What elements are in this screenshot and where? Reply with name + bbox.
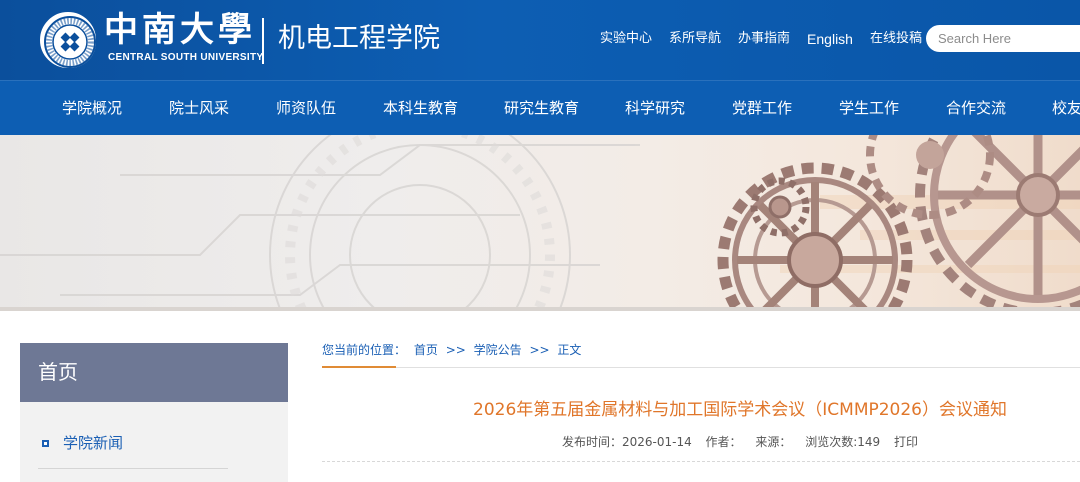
nav-item-academicians[interactable]: 院士风采 — [169, 81, 229, 135]
top-link-lab-center[interactable]: 实验中心 — [600, 30, 652, 48]
views-info: 浏览次数:149 — [805, 435, 880, 449]
nav-item-alumni[interactable]: 校友 — [1052, 81, 1080, 135]
breadcrumb-current: 正文 — [557, 343, 582, 357]
nav-item-cooperation[interactable]: 合作交流 — [946, 81, 1006, 135]
university-name-cn[interactable]: 中南大學 — [104, 12, 256, 48]
sidebar-heading[interactable]: 首页 — [20, 343, 288, 402]
university-name-en: CENTRAL SOUTH UNIVERSITY — [108, 52, 264, 63]
sidebar-divider — [38, 468, 228, 469]
author-label: 作者： — [705, 435, 742, 449]
banner-bottom-bar — [0, 307, 1080, 311]
top-link-online-submission[interactable]: 在线投稿 — [870, 30, 922, 48]
article-title: 2026年第五届金属材料与加工国际学术会议（ICMMP2026）会议通知 — [473, 400, 1007, 420]
breadcrumb-prefix: 您当前的位置： — [322, 343, 407, 357]
publish-label: 发布时间： — [561, 435, 622, 449]
publish-date: 2026-01-14 — [621, 435, 692, 449]
breadcrumb-accent — [322, 366, 396, 368]
top-link-department-nav[interactable]: 系所导航 — [669, 30, 721, 48]
nav-item-undergraduate[interactable]: 本科生教育 — [383, 81, 458, 135]
article-meta: 发布时间：2026-01-14 作者： 来源： 浏览次数:149 打印 — [322, 433, 1080, 451]
top-links: 实验中心 系所导航 办事指南 English 在线投稿 — [600, 30, 939, 48]
nav-item-party[interactable]: 党群工作 — [732, 81, 792, 135]
nav-item-about[interactable]: 学院概况 — [62, 81, 122, 135]
nav-item-faculty[interactable]: 师资队伍 — [276, 81, 336, 135]
meta-divider — [322, 461, 1080, 462]
breadcrumb-separator: >> — [529, 343, 550, 357]
gears-banner-icon — [0, 135, 1080, 307]
breadcrumb-home[interactable]: 首页 — [414, 343, 438, 357]
main-nav: 学院概况 院士风采 师资队伍 本科生教育 研究生教育 科学研究 党群工作 学生工… — [0, 80, 1080, 135]
logo-divider — [262, 18, 264, 64]
sidebar-item-label: 学院新闻 — [63, 434, 124, 452]
nav-item-student-affairs[interactable]: 学生工作 — [839, 81, 899, 135]
print-link[interactable]: 打印 — [894, 435, 918, 449]
bullet-icon — [42, 440, 49, 447]
views-label: 浏览次数: — [805, 435, 858, 449]
sidebar-item-news[interactable]: 学院新闻 — [20, 430, 288, 456]
department-name[interactable]: 机电工程学院 — [278, 21, 440, 57]
breadcrumb-announcements[interactable]: 学院公告 — [474, 343, 522, 357]
search-input[interactable] — [926, 25, 1080, 52]
breadcrumb-separator: >> — [445, 343, 466, 357]
views-count: 149 — [857, 435, 881, 449]
top-link-service-guide[interactable]: 办事指南 — [738, 30, 790, 48]
publish-info: 发布时间：2026-01-14 — [562, 435, 692, 449]
banner — [0, 135, 1080, 307]
university-emblem-icon[interactable] — [40, 12, 96, 68]
nav-item-graduate[interactable]: 研究生教育 — [504, 81, 579, 135]
site-header: 中南大學 CENTRAL SOUTH UNIVERSITY 机电工程学院 实验中… — [0, 0, 1080, 80]
nav-item-research[interactable]: 科学研究 — [625, 81, 685, 135]
breadcrumb-underline — [322, 367, 1080, 368]
top-link-english[interactable]: English — [807, 30, 853, 48]
breadcrumb: 您当前的位置： 首页 >> 学院公告 >> 正文 — [322, 342, 585, 358]
source-label: 来源： — [755, 435, 792, 449]
